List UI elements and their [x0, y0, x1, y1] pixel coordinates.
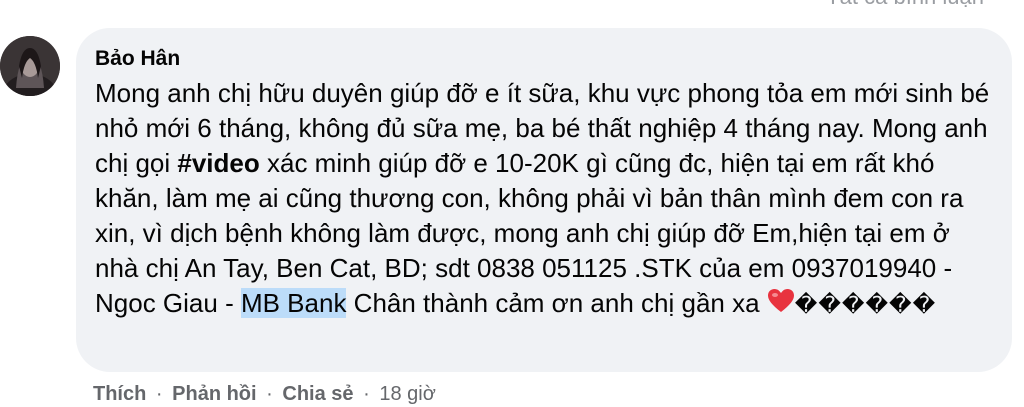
- comment-author[interactable]: Bảo Hân: [95, 46, 990, 72]
- reply-button[interactable]: Phản hồi: [172, 383, 256, 405]
- avatar-image: [0, 36, 60, 96]
- heart-emoji-icon: [767, 289, 794, 312]
- selected-text: MB Bank: [240, 288, 347, 318]
- hashtag-link[interactable]: #video: [177, 148, 259, 178]
- comment-timestamp[interactable]: 18 giờ: [379, 383, 435, 405]
- avatar[interactable]: [0, 36, 60, 96]
- separator: ·: [266, 383, 273, 405]
- all-comments-link[interactable]: Tất cả bình luận: [826, 0, 984, 10]
- share-button[interactable]: Chia sẻ: [282, 383, 353, 405]
- separator: ·: [155, 383, 163, 405]
- comment-actions: Thích · Phản hồi · Chia sẻ · 18 giờ: [93, 383, 436, 406]
- separator: ·: [363, 383, 370, 405]
- comment-bubble: Bảo Hân Mong anh chị hữu duyên giúp đỡ e…: [76, 28, 1012, 372]
- like-button[interactable]: Thích: [93, 383, 146, 405]
- comment-text: Mong anh chị hữu duyên giúp đỡ e ít sữa,…: [95, 76, 995, 323]
- comment-text-part: Chân thành cảm ơn anh chị gần xa: [346, 288, 767, 318]
- unrendered-emoji-glyphs: ������: [794, 293, 937, 318]
